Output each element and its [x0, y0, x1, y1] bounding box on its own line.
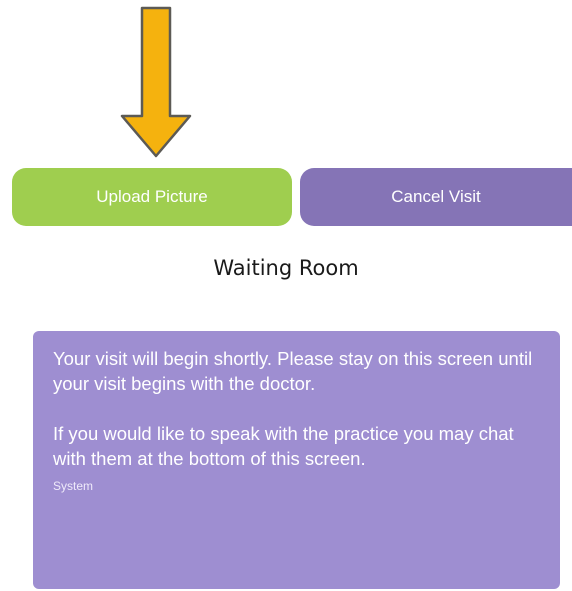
arrow-down-icon — [120, 6, 192, 158]
message-paragraph-2: If you would like to speak with the prac… — [53, 423, 514, 469]
message-paragraph-1: Your visit will begin shortly. Please st… — [53, 348, 533, 394]
upload-picture-button[interactable]: Upload Picture — [12, 168, 292, 226]
waiting-room-screen: Upload Picture Cancel Visit Waiting Room… — [0, 0, 572, 591]
system-message-bubble: Your visit will begin shortly. Please st… — [33, 331, 560, 589]
page-title: Waiting Room — [213, 256, 359, 280]
message-sender: System — [53, 479, 94, 493]
cancel-visit-button[interactable]: Cancel Visit — [300, 168, 572, 226]
